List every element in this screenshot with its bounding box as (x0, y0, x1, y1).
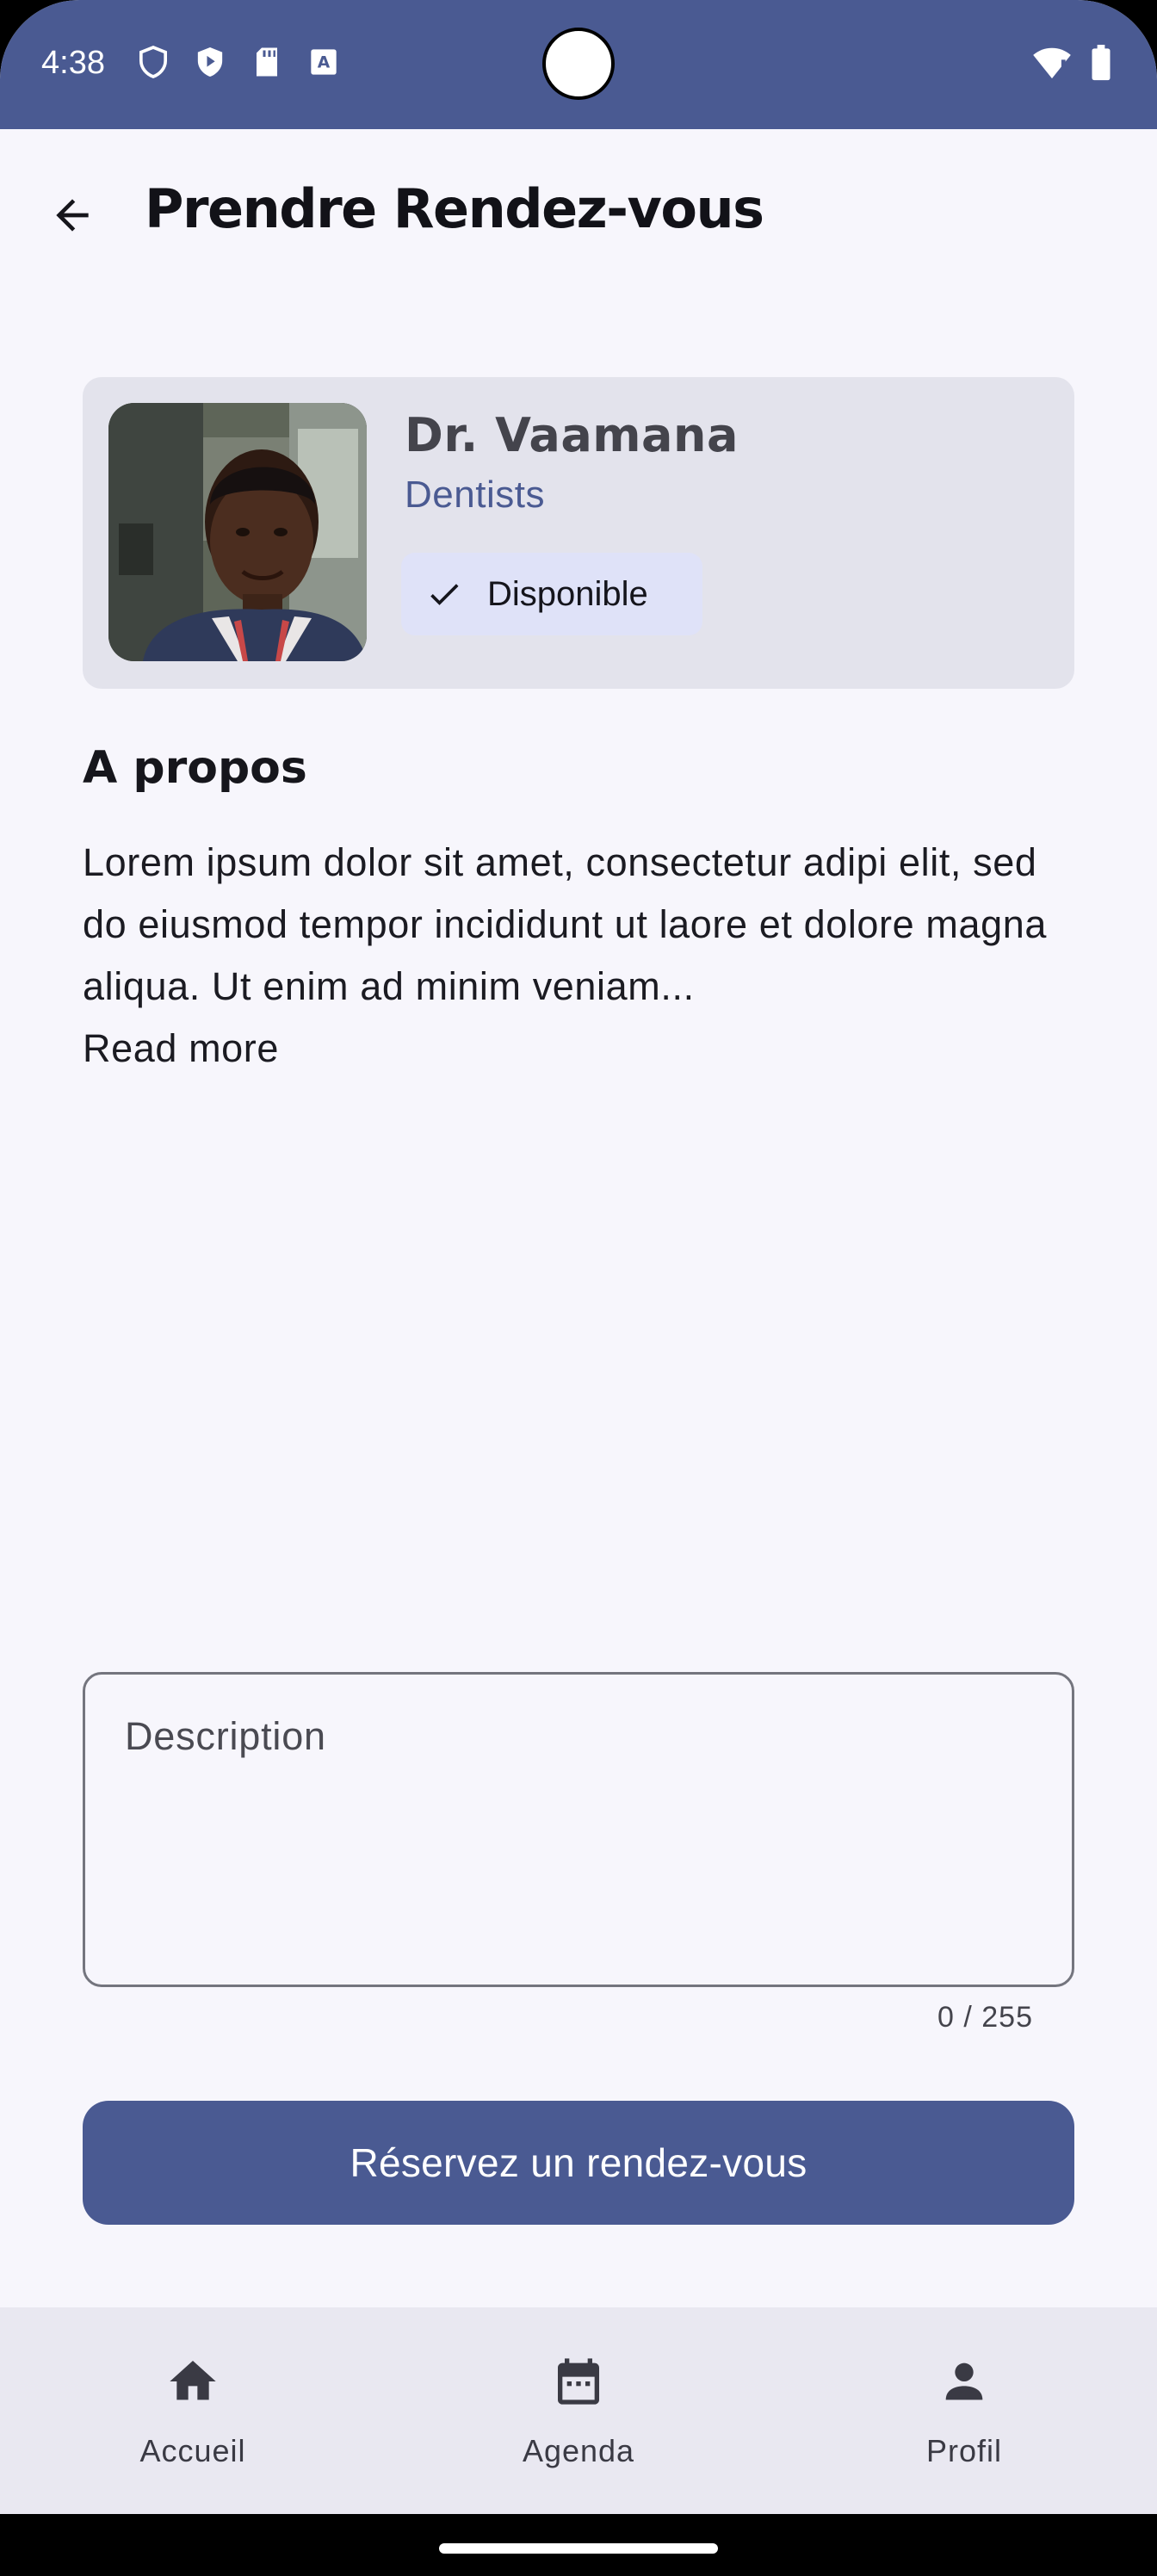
home-icon (170, 2361, 216, 2400)
nav-item-profil[interactable]: Profil (771, 2307, 1157, 2514)
doctor-card[interactable]: Dr. Vaamana Dentists Disponible (83, 377, 1074, 689)
status-bar: 4:38 A (0, 0, 1157, 129)
arrow-back-icon (56, 199, 89, 232)
shield-icon (136, 45, 170, 79)
svg-text:A: A (318, 54, 331, 72)
home-indicator[interactable] (439, 2543, 718, 2554)
camera-cutout (542, 28, 615, 100)
person-icon (945, 2362, 983, 2400)
back-button[interactable] (38, 181, 107, 250)
doctor-specialty: Dentists (405, 474, 545, 516)
doctor-avatar (108, 403, 367, 661)
battery-icon (1090, 45, 1112, 85)
page-title: Prendre Rendez-vous (145, 177, 764, 240)
description-input[interactable] (85, 1675, 1072, 1985)
char-counter: 0 / 255 (937, 2001, 1033, 2034)
wifi-alert-icon (1031, 46, 1073, 84)
keyboard-a-icon: A (306, 45, 341, 79)
nav-item-agenda[interactable]: Agenda (386, 2307, 771, 2514)
availability-label: Disponible (487, 575, 648, 613)
nav-label-accueil: Accueil (139, 2433, 246, 2468)
calendar-icon (558, 2358, 599, 2405)
nav-label-agenda: Agenda (522, 2433, 635, 2468)
about-text: Lorem ipsum dolor sit amet, consectetur … (83, 832, 1081, 1080)
check-icon (430, 584, 459, 605)
read-more-link[interactable]: Read more (83, 1018, 1081, 1080)
description-field[interactable] (83, 1672, 1074, 1987)
nav-item-accueil[interactable]: Accueil (0, 2307, 386, 2514)
status-time: 4:38 (41, 45, 105, 81)
sd-card-icon (250, 45, 284, 79)
nav-label-profil: Profil (925, 2433, 1003, 2468)
doctor-name: Dr. Vaamana (405, 408, 739, 462)
bottom-nav: Accueil Agenda Profil (0, 2307, 1157, 2514)
about-heading: A propos (83, 742, 307, 794)
app-screen: 4:38 A Prendre Rendez-vous Dr. Vaamana D… (0, 0, 1157, 2576)
about-body: Lorem ipsum dolor sit amet, consectetur … (83, 840, 1047, 1008)
status-icons-left: A (136, 45, 341, 79)
app-bar: Prendre Rendez-vous (0, 129, 1157, 298)
play-protect-icon (193, 45, 227, 79)
availability-chip[interactable]: Disponible (401, 553, 702, 635)
system-nav-bar (0, 2514, 1157, 2576)
status-icons-right (1031, 45, 1112, 85)
book-appointment-button[interactable]: Réservez un rendez-vous (83, 2101, 1074, 2225)
